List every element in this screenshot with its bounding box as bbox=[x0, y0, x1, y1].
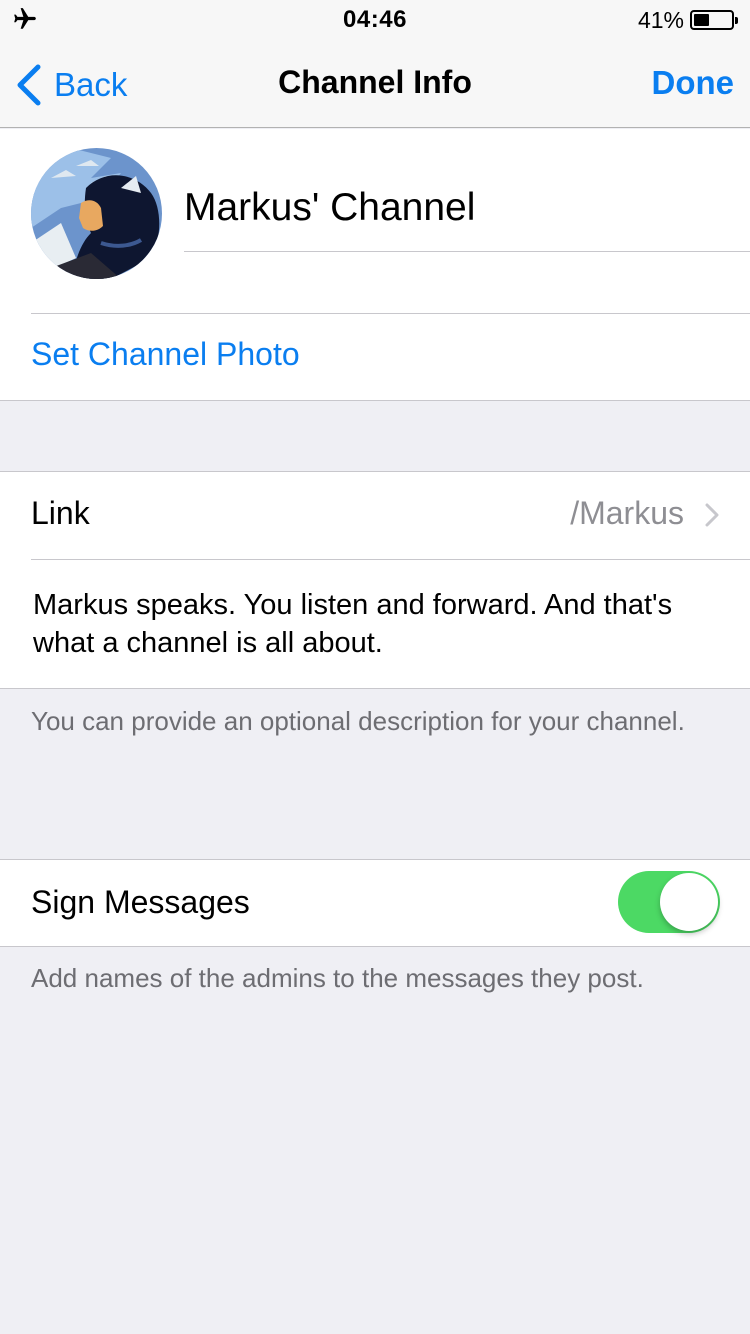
navigation-bar: Back Channel Info Done bbox=[0, 40, 750, 128]
link-row-value[interactable]: /Markus bbox=[570, 495, 684, 532]
chevron-right-icon bbox=[705, 503, 719, 527]
battery-icon bbox=[690, 10, 738, 30]
divider bbox=[0, 688, 750, 689]
sign-messages-footnote: Add names of the admins to the messages … bbox=[31, 963, 644, 993]
set-channel-photo-button[interactable]: Set Channel Photo bbox=[31, 336, 300, 373]
chevron-left-icon bbox=[17, 64, 41, 106]
status-bar: 04:46 41% bbox=[0, 0, 750, 40]
divider bbox=[0, 400, 750, 401]
battery-percent: 41% bbox=[637, 7, 684, 33]
sign-messages-toggle[interactable] bbox=[618, 871, 720, 933]
avatar-image bbox=[31, 148, 162, 279]
battery-fill bbox=[694, 14, 709, 26]
sign-messages-label: Sign Messages bbox=[31, 884, 250, 920]
divider bbox=[0, 946, 750, 947]
description-text[interactable]: Markus speaks. You listen and forward. A… bbox=[33, 586, 713, 662]
done-button[interactable]: Done bbox=[652, 64, 735, 102]
name-underline bbox=[184, 251, 750, 252]
channel-name-input[interactable] bbox=[184, 186, 750, 230]
channel-avatar[interactable] bbox=[31, 148, 162, 279]
divider bbox=[31, 559, 750, 560]
toggle-knob bbox=[660, 873, 718, 931]
battery-nub bbox=[735, 17, 738, 24]
divider bbox=[31, 313, 750, 314]
back-label: Back bbox=[54, 66, 128, 103]
link-row-label: Link bbox=[31, 495, 90, 531]
description-footnote: You can provide an optional description … bbox=[31, 706, 685, 736]
back-button[interactable]: Back bbox=[14, 62, 127, 108]
